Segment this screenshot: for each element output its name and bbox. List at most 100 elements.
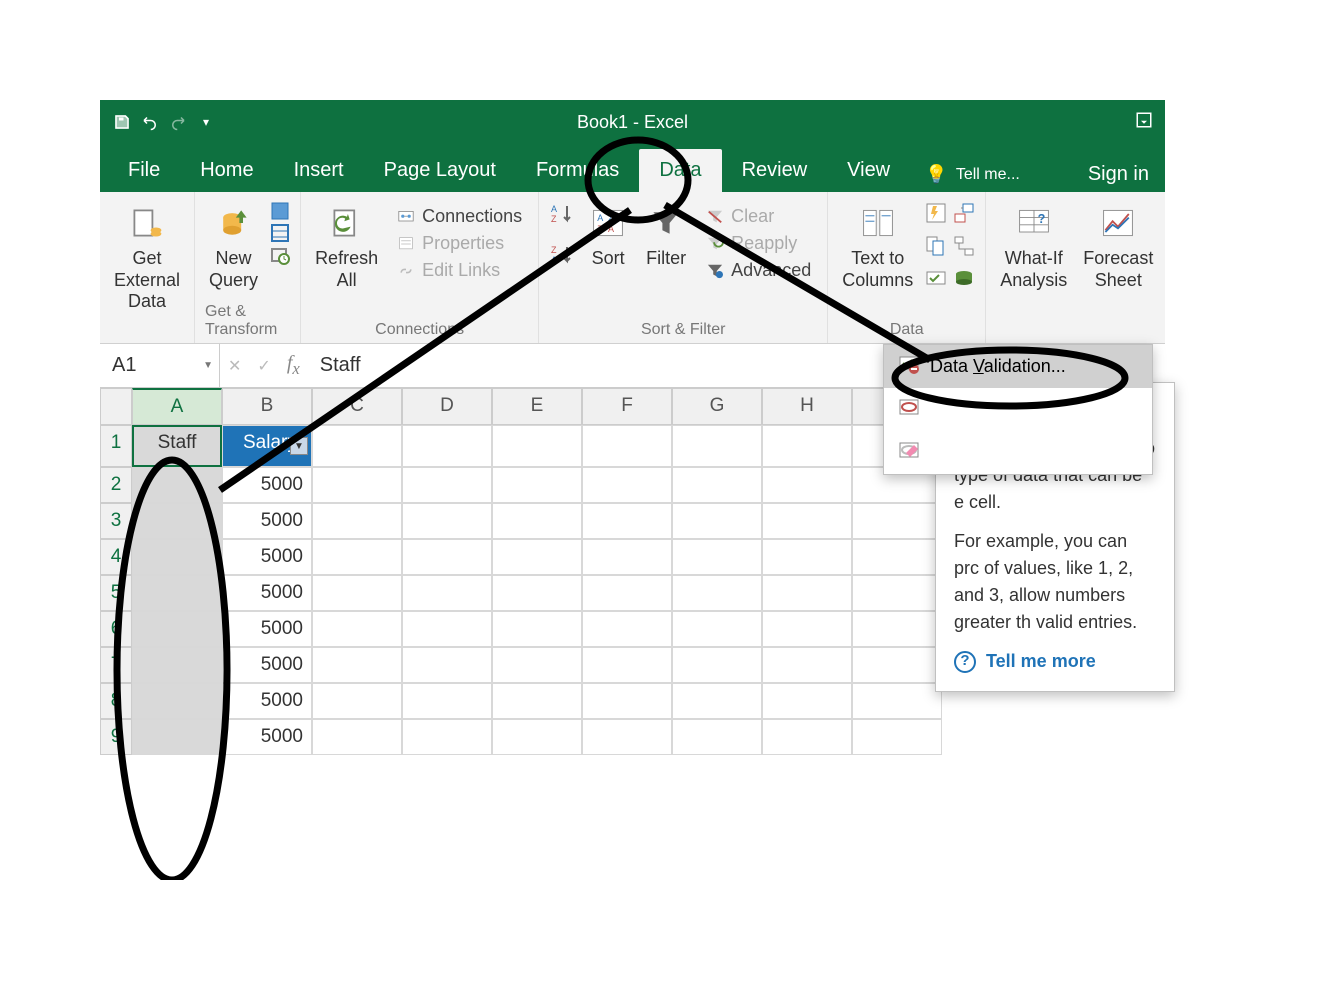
new-query-button[interactable]: New Query bbox=[205, 198, 262, 295]
filter-button[interactable]: Filter bbox=[641, 198, 691, 274]
tab-data[interactable]: Data bbox=[639, 149, 721, 192]
cell-D9[interactable] bbox=[402, 719, 492, 755]
col-header-A[interactable]: A bbox=[132, 388, 222, 425]
cell-B2[interactable]: 5000 bbox=[222, 467, 312, 503]
cell-C5[interactable] bbox=[312, 575, 402, 611]
row-header-3[interactable]: 3 bbox=[100, 503, 132, 539]
cell-E5[interactable] bbox=[492, 575, 582, 611]
cell-F4[interactable] bbox=[582, 539, 672, 575]
sort-asc-icon[interactable]: AZ bbox=[549, 202, 575, 233]
tab-formulas[interactable]: Formulas bbox=[516, 149, 639, 192]
formula-accept-icon[interactable]: ✓ bbox=[257, 356, 270, 376]
tellme-input[interactable]: Tell me... bbox=[956, 166, 1020, 184]
clear-button[interactable]: Clear bbox=[699, 204, 817, 229]
fx-icon[interactable]: fx bbox=[287, 352, 300, 379]
col-header-E[interactable]: E bbox=[492, 388, 582, 425]
row-header-1[interactable]: 1 bbox=[100, 425, 132, 467]
cell-F1[interactable] bbox=[582, 425, 672, 467]
cell-I4[interactable] bbox=[852, 539, 942, 575]
row-header-6[interactable]: 6 bbox=[100, 611, 132, 647]
remove-duplicates-icon[interactable] bbox=[925, 235, 947, 262]
cell-D6[interactable] bbox=[402, 611, 492, 647]
col-header-C[interactable]: C bbox=[312, 388, 402, 425]
qat-customize-icon[interactable]: ▾ bbox=[196, 112, 216, 132]
cell-B9[interactable]: 5000 bbox=[222, 719, 312, 755]
cell-H5[interactable] bbox=[762, 575, 852, 611]
cell-H7[interactable] bbox=[762, 647, 852, 683]
cell-C2[interactable] bbox=[312, 467, 402, 503]
cell-E2[interactable] bbox=[492, 467, 582, 503]
cell-H3[interactable] bbox=[762, 503, 852, 539]
row-header-9[interactable]: 9 bbox=[100, 719, 132, 755]
row-header-2[interactable]: 2 bbox=[100, 467, 132, 503]
cell-F3[interactable] bbox=[582, 503, 672, 539]
cell-F9[interactable] bbox=[582, 719, 672, 755]
cell-H4[interactable] bbox=[762, 539, 852, 575]
from-table-icon[interactable] bbox=[270, 224, 290, 242]
cell-I3[interactable] bbox=[852, 503, 942, 539]
tab-insert[interactable]: Insert bbox=[274, 149, 364, 192]
cell-A9[interactable] bbox=[132, 719, 222, 755]
cell-A1[interactable]: Staff bbox=[132, 425, 222, 467]
get-external-data-button[interactable]: Get External Data bbox=[110, 198, 184, 317]
cell-C1[interactable] bbox=[312, 425, 402, 467]
cell-E9[interactable] bbox=[492, 719, 582, 755]
cell-D2[interactable] bbox=[402, 467, 492, 503]
cell-D1[interactable] bbox=[402, 425, 492, 467]
cell-F7[interactable] bbox=[582, 647, 672, 683]
advanced-button[interactable]: Advanced bbox=[699, 258, 817, 283]
properties-button[interactable]: Properties bbox=[390, 231, 528, 256]
cell-F2[interactable] bbox=[582, 467, 672, 503]
cell-B8[interactable]: 5000 bbox=[222, 683, 312, 719]
cell-A8[interactable] bbox=[132, 683, 222, 719]
cell-D4[interactable] bbox=[402, 539, 492, 575]
cell-H6[interactable] bbox=[762, 611, 852, 647]
cell-F6[interactable] bbox=[582, 611, 672, 647]
consolidate-icon[interactable] bbox=[953, 202, 975, 229]
data-validation-menuitem[interactable]: Data Validation... bbox=[884, 345, 1152, 388]
tab-review[interactable]: Review bbox=[722, 149, 828, 192]
relationships-icon[interactable] bbox=[953, 235, 975, 262]
cell-A6[interactable] bbox=[132, 611, 222, 647]
row-header-7[interactable]: 7 bbox=[100, 647, 132, 683]
row-header-4[interactable]: 4 bbox=[100, 539, 132, 575]
cell-A2[interactable] bbox=[132, 467, 222, 503]
cell-I5[interactable] bbox=[852, 575, 942, 611]
recent-sources-icon[interactable] bbox=[270, 246, 290, 264]
refresh-all-button[interactable]: Refresh All bbox=[311, 198, 382, 295]
cell-A5[interactable] bbox=[132, 575, 222, 611]
cell-G2[interactable] bbox=[672, 467, 762, 503]
cell-G4[interactable] bbox=[672, 539, 762, 575]
col-header-B[interactable]: B bbox=[222, 388, 312, 425]
reapply-button[interactable]: Reapply bbox=[699, 231, 817, 256]
row-header-8[interactable]: 8 bbox=[100, 683, 132, 719]
show-queries-icon[interactable] bbox=[270, 202, 290, 220]
undo-icon[interactable] bbox=[140, 112, 160, 132]
cell-I9[interactable] bbox=[852, 719, 942, 755]
connections-button[interactable]: Connections bbox=[390, 204, 528, 229]
tell-me-more-link[interactable]: ? Tell me more bbox=[954, 648, 1156, 675]
formula-cancel-icon[interactable]: ✕ bbox=[228, 356, 241, 376]
cell-G7[interactable] bbox=[672, 647, 762, 683]
cell-C4[interactable] bbox=[312, 539, 402, 575]
cell-B3[interactable]: 5000 bbox=[222, 503, 312, 539]
clear-circles-menuitem[interactable] bbox=[884, 431, 1152, 474]
cell-C9[interactable] bbox=[312, 719, 402, 755]
name-box-dropdown-icon[interactable]: ▼ bbox=[203, 360, 213, 371]
cell-E6[interactable] bbox=[492, 611, 582, 647]
cell-D5[interactable] bbox=[402, 575, 492, 611]
select-all-corner[interactable] bbox=[100, 388, 132, 425]
cell-C7[interactable] bbox=[312, 647, 402, 683]
name-box[interactable]: A1 ▼ bbox=[100, 344, 220, 387]
sort-button[interactable]: AZZA Sort bbox=[583, 198, 633, 274]
cell-G9[interactable] bbox=[672, 719, 762, 755]
circle-invalid-menuitem[interactable] bbox=[884, 388, 1152, 431]
cell-B7[interactable]: 5000 bbox=[222, 647, 312, 683]
col-header-F[interactable]: F bbox=[582, 388, 672, 425]
save-icon[interactable] bbox=[112, 112, 132, 132]
cell-G8[interactable] bbox=[672, 683, 762, 719]
text-to-columns-button[interactable]: Text to Columns bbox=[838, 198, 917, 295]
col-header-G[interactable]: G bbox=[672, 388, 762, 425]
signin-link[interactable]: Sign in bbox=[1088, 163, 1149, 186]
flash-fill-icon[interactable] bbox=[925, 202, 947, 229]
